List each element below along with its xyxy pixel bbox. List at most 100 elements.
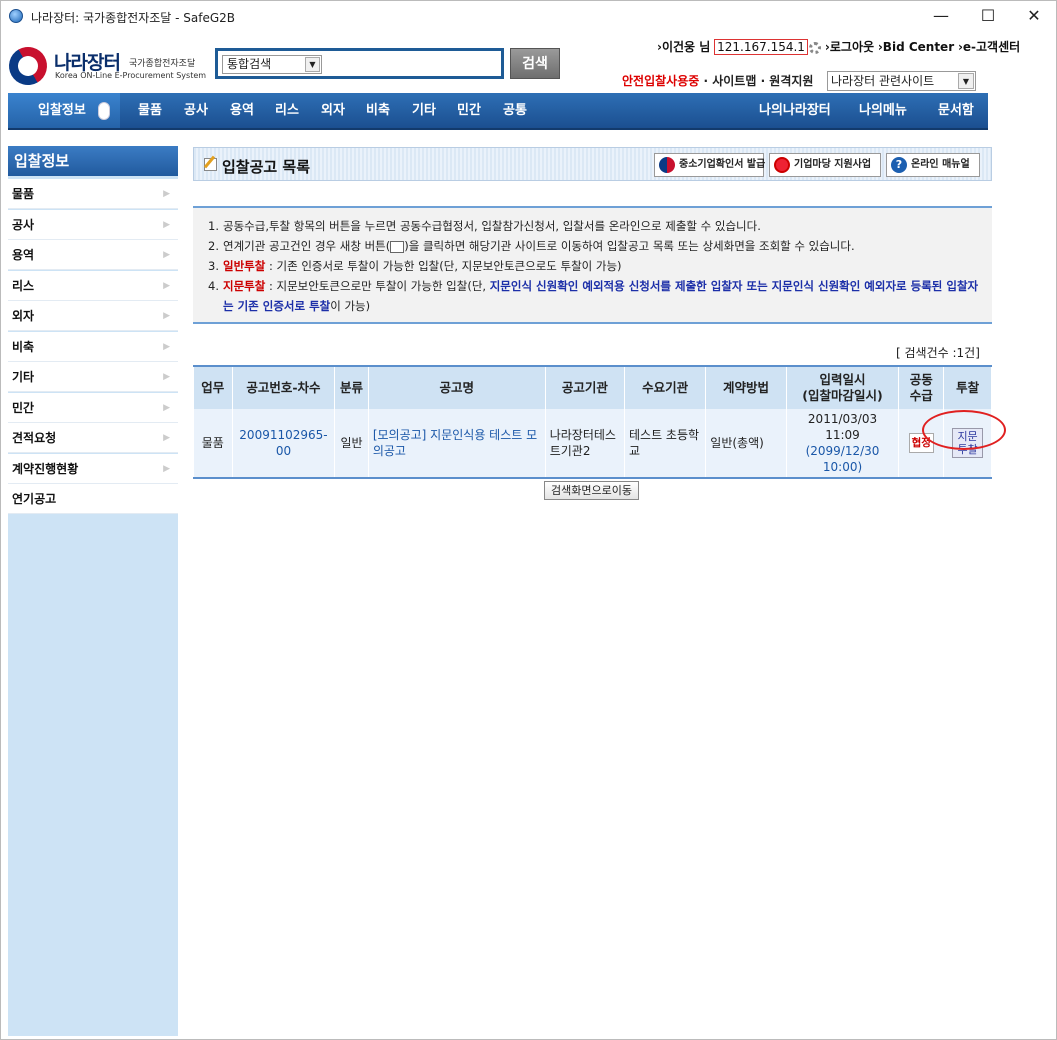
- notice-number: 3.: [208, 259, 219, 273]
- sidebar-item-postponed[interactable]: 연기공고: [8, 484, 178, 514]
- nav-bid-info[interactable]: 입찰정보: [8, 93, 120, 128]
- nav-item-foreign[interactable]: 외자: [321, 93, 345, 128]
- remote-support-link[interactable]: · 원격지원: [761, 74, 814, 88]
- nav-item-service[interactable]: 용역: [230, 93, 254, 128]
- sidebar-item-label: 비축: [12, 340, 35, 354]
- chevron-right-icon: ▶: [163, 250, 170, 260]
- biz-support-icon: [774, 157, 790, 173]
- related-sites-select[interactable]: 나라장터 관련사이트 ▼: [827, 71, 976, 91]
- sidebar-item-label: 계약진행현황: [12, 462, 79, 476]
- ip-address: 121.167.154.1: [714, 39, 808, 55]
- mouse-icon: [98, 102, 110, 120]
- sidebar-item-label: 민간: [12, 401, 35, 415]
- site-logo[interactable]: 나라장터 국가종합전자조달 Korea ON-Line E-Procuremen…: [2, 40, 206, 92]
- highlight-circle: [922, 410, 1006, 450]
- safe-bid-status: 안전입찰사용중: [622, 74, 700, 88]
- content-header: 입찰공고 목록 중소기업확인서 발급 기업마당 지원사업 ? 온라인 매뉴얼: [193, 147, 992, 181]
- new-window-icon: [390, 240, 405, 253]
- chevron-right-icon: ▶: [163, 403, 170, 413]
- sidebar-item-label: 연기공고: [12, 492, 57, 506]
- back-to-search-button[interactable]: 검색화면으로이동: [544, 481, 639, 500]
- chevron-right-icon: ▶: [163, 342, 170, 352]
- sidebar-item-construction[interactable]: 공사 ▶: [8, 210, 178, 240]
- sidebar-item-lease[interactable]: 리스 ▶: [8, 271, 178, 301]
- col-work: 업무: [193, 366, 233, 409]
- cell-demand: 테스트 초등학교: [623, 409, 707, 478]
- sme-certificate-button[interactable]: 중소기업확인서 발급: [654, 153, 765, 177]
- sidebar-item-goods[interactable]: 물품 ▶: [8, 179, 178, 209]
- cell-work: 물품: [193, 409, 233, 478]
- nav-my-narajangteo[interactable]: 나의나라장터: [759, 93, 831, 128]
- sidebar-item-stockpile[interactable]: 비축 ▶: [8, 332, 178, 362]
- notice-line-3: 3. 일반투찰 : 기존 인증서로 투찰이 가능한 입찰(단, 지문보안토큰으로도…: [208, 256, 982, 276]
- biz-support-label: 기업마당 지원사업: [794, 159, 872, 170]
- notice-line-2: 2. 연계기관 공고건인 경우 새창 버튼()을 클릭하면 해당기관 사이트로 이…: [208, 236, 982, 256]
- pencil-icon: [204, 158, 217, 171]
- search-type-select[interactable]: 통합검색 ▼: [222, 55, 322, 74]
- sidebar-item-label: 물품: [12, 187, 35, 201]
- chevron-right-icon: ▶: [163, 189, 170, 199]
- logout-link[interactable]: ›로그아웃: [825, 40, 874, 54]
- browser-icon: [9, 9, 23, 23]
- chevron-right-icon: ▶: [163, 433, 170, 443]
- bid-name-link[interactable]: [모의공고] 지문인식용 테스트 모의공고: [367, 409, 546, 478]
- search-button[interactable]: 검색: [510, 48, 560, 79]
- online-manual-button[interactable]: ? 온라인 매뉴얼: [886, 153, 980, 177]
- chevron-down-icon: ▼: [958, 73, 974, 89]
- nav-item-lease[interactable]: 리스: [275, 93, 299, 128]
- nav-item-common[interactable]: 공통: [503, 93, 527, 128]
- close-button[interactable]: ✕: [1019, 5, 1049, 27]
- chevron-down-icon: ▼: [305, 57, 320, 72]
- sidebar-item-foreign[interactable]: 외자 ▶: [8, 301, 178, 331]
- customer-center-link[interactable]: ›e-고객센터: [958, 40, 1020, 54]
- gear-icon[interactable]: [808, 41, 821, 54]
- maximize-button[interactable]: ☐: [973, 5, 1003, 27]
- bid-table: 업무 공고번호-차수 분류 공고명 공고기관 수요기관 계약방법 입력일시 (입…: [193, 365, 992, 479]
- bid-center-link[interactable]: ›Bid Center: [878, 40, 954, 54]
- main-nav: 입찰정보 물품 공사 용역 리스 외자 비축 기타 민간 공통 나의나라장터 나…: [8, 93, 988, 130]
- sidebar-item-quote[interactable]: 견적요청 ▶: [8, 423, 178, 453]
- minimize-button[interactable]: —: [926, 5, 956, 27]
- chevron-right-icon: ▶: [163, 220, 170, 230]
- deadline-date: (2099/12/30 10:00): [805, 444, 880, 474]
- nav-documents[interactable]: 문서함: [938, 93, 974, 128]
- help-icon: ?: [891, 157, 907, 173]
- page-title: 입찰공고 목록: [222, 158, 311, 176]
- col-demand: 수요기관: [623, 366, 707, 409]
- nav-item-goods[interactable]: 물품: [138, 93, 162, 128]
- sidebar-item-label: 견적요청: [12, 431, 57, 445]
- online-manual-label: 온라인 매뉴얼: [911, 159, 970, 170]
- cell-type: 일반: [334, 409, 369, 478]
- col-type: 분류: [334, 366, 369, 409]
- user-links: ›이건웅 님 121.167.154.1 ›로그아웃 ›Bid Center ›e…: [657, 38, 1020, 58]
- sitemap-link[interactable]: · 사이트맵: [703, 74, 756, 88]
- search-type-value: 통합검색: [227, 57, 272, 71]
- biz-support-button[interactable]: 기업마당 지원사업: [769, 153, 881, 177]
- browser-window: 나라장터: 국가종합전자조달 - SafeG2B — ☐ ✕ 나라장터 국가종합…: [0, 0, 1057, 1040]
- chevron-right-icon: ▶: [163, 281, 170, 291]
- notice-line-4: 4. 지문투찰 : 지문보안토큰으로만 투찰이 가능한 입찰(단, 지문인식 신원…: [208, 276, 982, 316]
- sidebar-item-service[interactable]: 용역 ▶: [8, 240, 178, 270]
- nav-my-menu[interactable]: 나의메뉴: [859, 93, 907, 128]
- nav-item-stockpile[interactable]: 비축: [366, 93, 390, 128]
- col-number: 공고번호-차수: [231, 366, 336, 409]
- col-name: 공고명: [367, 366, 546, 409]
- sidebar-item-etc[interactable]: 기타 ▶: [8, 362, 178, 392]
- nav-item-construction[interactable]: 공사: [184, 93, 208, 128]
- notice-highlight: 지문투찰: [223, 279, 266, 293]
- col-org: 공고기관: [544, 366, 625, 409]
- window-title: 나라장터: 국가종합전자조달 - SafeG2B: [31, 11, 236, 25]
- bid-number-link[interactable]: 20091102965-00: [231, 409, 336, 478]
- nav-item-private[interactable]: 민간: [457, 93, 481, 128]
- notice-line-1: 1. 공동수급,투찰 항목의 버튼을 누르면 공동수급협정서, 입찰참가신청서, …: [208, 216, 982, 236]
- notice-box: 1. 공동수급,투찰 항목의 버튼을 누르면 공동수급협정서, 입찰참가신청서, …: [193, 206, 992, 324]
- sidebar-item-contract-status[interactable]: 계약진행현황 ▶: [8, 454, 178, 484]
- chevron-right-icon: ▶: [163, 372, 170, 382]
- sidebar: 입찰정보 물품 ▶ 공사 ▶ 용역 ▶ 리스 ▶ 외자 ▶ 비축 ▶ 기타 ▶ 민간 ▶ 견적요…: [8, 146, 178, 1036]
- notice-number: 2.: [208, 239, 219, 253]
- notice-text: 공동수급,투찰 항목의 버튼을 누르면 공동수급협정서, 입찰참가신청서, 입찰…: [223, 219, 761, 233]
- nav-item-etc[interactable]: 기타: [412, 93, 436, 128]
- col-method: 계약방법: [705, 366, 787, 409]
- sidebar-item-private[interactable]: 민간 ▶: [8, 393, 178, 423]
- table-header-row: 업무 공고번호-차수 분류 공고명 공고기관 수요기관 계약방법 입력일시 (입…: [193, 366, 992, 409]
